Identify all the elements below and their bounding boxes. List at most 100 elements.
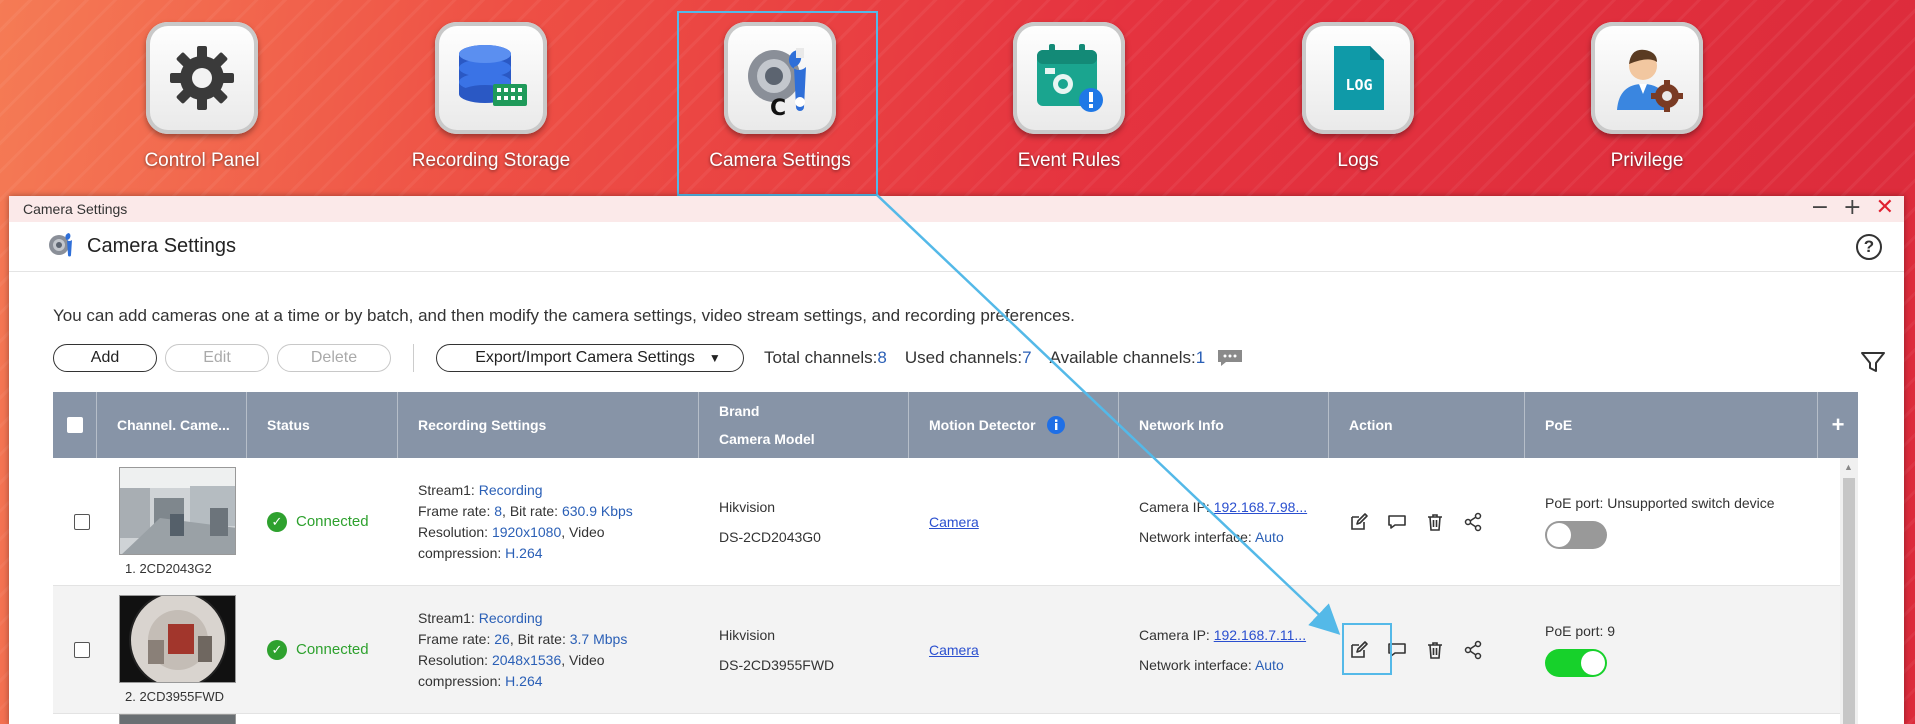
maximize-button[interactable]: + — [1843, 197, 1861, 219]
desktop-icon-label: Camera Settings — [709, 150, 851, 171]
resolution-line: Resolution: 1920x1080, Video — [418, 522, 605, 543]
scrollbar-thumb[interactable] — [1843, 478, 1855, 724]
help-button[interactable]: ? — [1856, 234, 1882, 260]
poe-status: PoE port: Unsupported switch device — [1545, 494, 1775, 511]
network-interface-line: Network interface: Auto — [1139, 529, 1284, 545]
network-interface-line: Network interface: Auto — [1139, 657, 1284, 673]
video-label: , Video — [561, 523, 605, 540]
status-text: Connected — [296, 641, 369, 658]
motion-detector-link[interactable]: Camera — [929, 642, 979, 658]
col-action[interactable]: Action — [1329, 392, 1525, 458]
desktop-icon-event-rules[interactable]: Event Rules — [969, 22, 1169, 182]
desktop-icon-label: Privilege — [1610, 150, 1684, 171]
col-model: Camera Model — [719, 431, 815, 447]
desktop-icon-privilege[interactable]: Privilege — [1547, 22, 1747, 182]
info-icon[interactable] — [1046, 415, 1066, 435]
camera-thumbnail[interactable] — [119, 467, 236, 555]
camera-thumbnail[interactable] — [119, 714, 236, 724]
available-channels: Available channels:1 — [1050, 348, 1206, 368]
frame-rate-value: 26 — [494, 630, 510, 647]
close-button[interactable]: ✕ — [1876, 197, 1894, 219]
rate-line: Frame rate: 26, Bit rate: 3.7 Mbps — [418, 629, 627, 650]
poe-toggle[interactable] — [1545, 648, 1607, 677]
col-motion[interactable]: Motion Detector — [909, 392, 1119, 458]
desktop-icon-recording-storage[interactable]: Recording Storage — [391, 22, 591, 182]
camera-ip-link[interactable]: 192.168.7.98... — [1214, 499, 1307, 515]
share-icon[interactable] — [1463, 512, 1483, 532]
camera-thumbnail[interactable] — [119, 595, 236, 683]
filter-icon[interactable] — [1860, 350, 1886, 379]
model-value: DS-2CD2043G0 — [719, 528, 821, 545]
desktop-icon-control-panel[interactable]: Control Panel — [102, 22, 302, 182]
col-network[interactable]: Network Info — [1119, 392, 1329, 458]
total-channels-value: 8 — [877, 348, 887, 367]
desktop-icon-label: Control Panel — [144, 150, 260, 171]
table-row[interactable]: 2. 2CD3955FWD ✓ Connected Stream1: Record… — [53, 586, 1858, 714]
share-icon[interactable] — [1463, 640, 1483, 660]
model-value: DS-2CD3955FWD — [719, 656, 835, 673]
bit-rate-value: 3.7 Mbps — [569, 630, 628, 647]
edit-icon[interactable] — [1349, 512, 1369, 532]
used-channels: Used channels:7 — [905, 348, 1032, 368]
brand-value: Hikvision — [719, 626, 776, 643]
used-channels-label: Used channels: — [904, 348, 1023, 367]
motion-detector-link[interactable]: Camera — [929, 514, 979, 530]
toolbar-divider — [413, 344, 414, 372]
brand-cell: Hikvision DS-2CD3955FWD — [699, 586, 909, 713]
camera-ip-link[interactable]: 192.168.7.11... — [1214, 627, 1306, 643]
compression-line: compression: H.264 — [418, 543, 543, 564]
cursor-marker: C — [770, 96, 787, 121]
table-scrollbar[interactable]: ▲ — [1840, 458, 1858, 724]
row-checkbox-cell — [53, 458, 97, 585]
toolbar: Add Edit Delete Export/Import Camera Set… — [53, 344, 1245, 372]
minimize-button[interactable]: − — [1811, 197, 1829, 219]
col-poe[interactable]: PoE — [1525, 392, 1818, 458]
poe-toggle[interactable] — [1545, 520, 1607, 549]
desktop-icon-logs[interactable]: LOG Logs — [1258, 22, 1458, 182]
live-view-icon[interactable] — [1387, 640, 1407, 660]
frame-rate-value: 8 — [494, 502, 503, 519]
edit-button[interactable]: Edit — [165, 344, 269, 372]
channel-cell: 1. 2CD2043G2 — [97, 458, 247, 585]
rate-line: Frame rate: 8, Bit rate: 630.9 Kbps — [418, 501, 633, 522]
compression-value: H.264 — [505, 672, 543, 689]
comment-icon[interactable] — [1215, 348, 1245, 368]
export-import-dropdown[interactable]: Export/Import Camera Settings ▼ — [436, 344, 744, 372]
col-channel[interactable]: Channel. Came... — [97, 392, 247, 458]
delete-button[interactable]: Delete — [277, 344, 391, 372]
status-badge: ✓ Connected — [267, 511, 369, 532]
resolution-value: 2048x1536 — [491, 651, 562, 668]
window-titlebar[interactable]: Camera Settings − + ✕ — [9, 196, 1904, 222]
col-status[interactable]: Status — [247, 392, 398, 458]
camera-settings-icon — [47, 230, 77, 263]
scroll-up-icon[interactable]: ▲ — [1844, 462, 1853, 472]
table-row[interactable]: 1. 2CD2043G2 ✓ Connected Stream1: Recordi… — [53, 458, 1858, 586]
privilege-icon — [1591, 22, 1703, 134]
channel-caption: 2. 2CD3955FWD — [125, 689, 224, 704]
resolution-label: Resolution: — [418, 651, 492, 668]
select-all-checkbox[interactable] — [66, 417, 83, 433]
add-column-button[interactable]: + — [1818, 392, 1858, 458]
brand-cell: Hikvision DS-2CD2043G0 — [699, 458, 909, 585]
row-checkbox[interactable] — [74, 641, 90, 658]
trash-icon[interactable] — [1425, 640, 1445, 660]
col-recording[interactable]: Recording Settings — [398, 392, 699, 458]
trash-icon[interactable] — [1425, 512, 1445, 532]
storage-icon — [435, 22, 547, 134]
network-cell: Camera IP: 192.168.7.11... Network inter… — [1119, 586, 1329, 713]
desktop-icon-label: Event Rules — [1017, 150, 1121, 171]
row-checkbox[interactable] — [74, 513, 90, 530]
desktop-icon-label: Logs — [1337, 150, 1379, 171]
check-circle-icon: ✓ — [267, 511, 287, 532]
edit-icon[interactable] — [1349, 640, 1369, 660]
camera-ip-label: Camera IP: — [1139, 498, 1214, 515]
camera-ip-line: Camera IP: 192.168.7.11... — [1139, 627, 1306, 643]
live-view-icon[interactable] — [1387, 512, 1407, 532]
channel-cell: 2. 2CD3955FWD — [97, 586, 247, 713]
action-cell — [1329, 586, 1525, 713]
bit-rate-label: , Bit rate: — [509, 630, 570, 647]
compression-value: H.264 — [505, 544, 543, 561]
col-brand-model[interactable]: Brand Camera Model — [699, 392, 909, 458]
add-button[interactable]: Add — [53, 344, 157, 372]
stream-value: Recording — [478, 481, 543, 498]
